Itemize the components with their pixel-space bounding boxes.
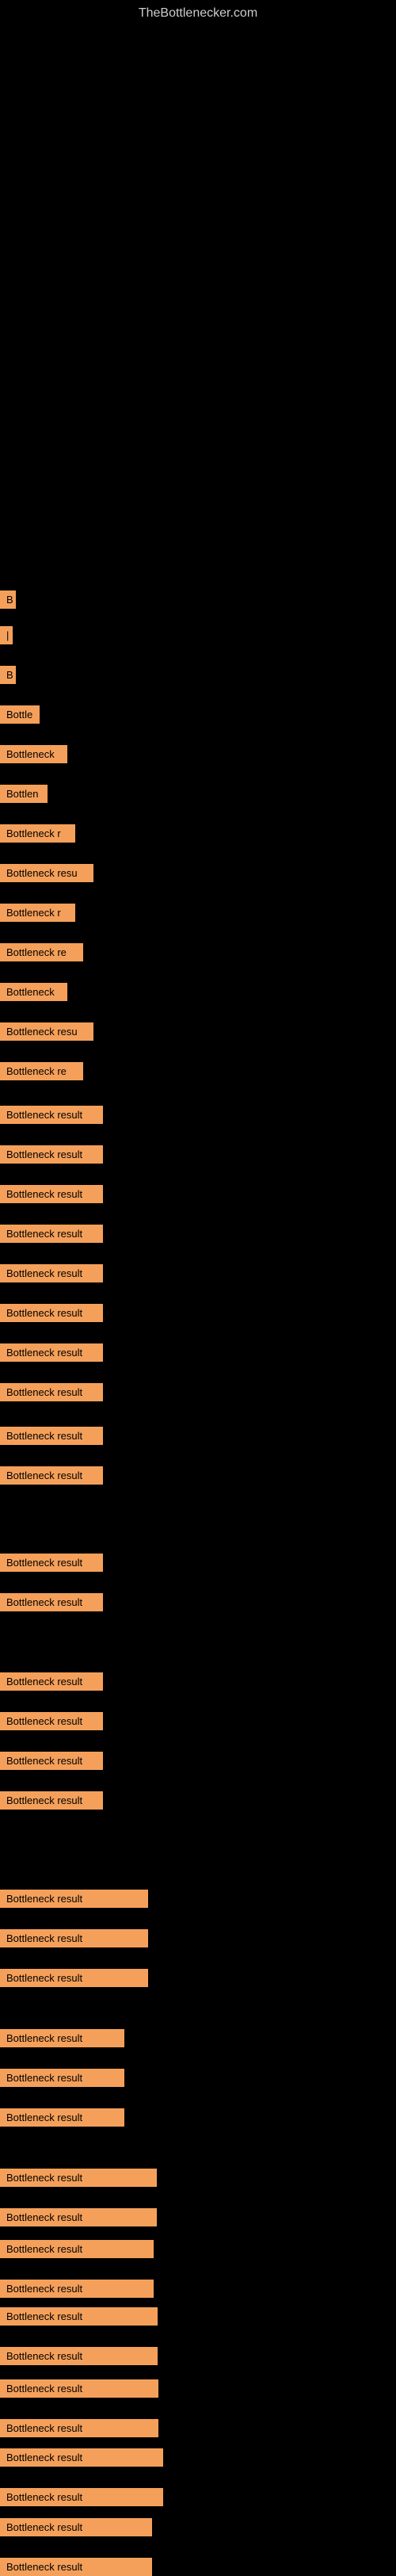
bottleneck-result-item: Bottleneck result xyxy=(0,1752,103,1770)
bottleneck-result-item: Bottleneck result xyxy=(0,1225,103,1243)
bottleneck-result-item: Bottlen xyxy=(0,785,48,803)
bottleneck-result-item: Bottleneck result xyxy=(0,2069,124,2087)
bottleneck-result-item: Bottleneck result xyxy=(0,2029,124,2047)
bottleneck-result-item: Bottleneck result xyxy=(0,1185,103,1203)
bottleneck-result-item: Bottleneck result xyxy=(0,2347,158,2365)
bottleneck-result-item: Bottleneck result xyxy=(0,2307,158,2326)
bottleneck-result-item: Bottleneck xyxy=(0,983,67,1001)
bottleneck-result-item: Bottleneck resu xyxy=(0,864,93,882)
bottleneck-result-item: Bottleneck result xyxy=(0,1264,103,1282)
bottleneck-result-item: Bottleneck result xyxy=(0,1554,103,1572)
bottleneck-result-item: Bottleneck r xyxy=(0,904,75,922)
bottleneck-result-item: Bottleneck result xyxy=(0,1145,103,1164)
bottleneck-result-item: Bottleneck result xyxy=(0,1969,148,1987)
bottleneck-result-item: Bottleneck result xyxy=(0,2558,152,2576)
bottleneck-result-item: B xyxy=(0,590,16,609)
bottleneck-result-item: Bottleneck result xyxy=(0,1890,148,1908)
bottleneck-result-item: Bottleneck result xyxy=(0,1383,103,1401)
bottleneck-result-item: Bottleneck result xyxy=(0,2108,124,2127)
bottleneck-result-item: Bottleneck result xyxy=(0,2169,157,2187)
bottleneck-result-item: Bottleneck result xyxy=(0,1304,103,1322)
bottleneck-result-item: Bottleneck result xyxy=(0,1712,103,1730)
bottleneck-result-item: Bottleneck re xyxy=(0,943,83,961)
bottleneck-result-item: Bottleneck r xyxy=(0,824,75,843)
bottleneck-result-item: Bottleneck result xyxy=(0,1427,103,1445)
bottleneck-result-item: | xyxy=(0,626,13,644)
bottleneck-result-item: Bottleneck result xyxy=(0,2488,163,2506)
bottleneck-result-item: Bottleneck result xyxy=(0,2379,158,2398)
bottleneck-result-item: Bottleneck result xyxy=(0,2448,163,2467)
bottleneck-result-item: Bottleneck result xyxy=(0,1343,103,1362)
bottleneck-result-item: Bottle xyxy=(0,705,40,724)
bottleneck-result-item: Bottleneck result xyxy=(0,2518,152,2536)
bottleneck-result-item: Bottleneck result xyxy=(0,2419,158,2437)
bottleneck-result-item: Bottleneck result xyxy=(0,1672,103,1691)
bottleneck-result-item: Bottleneck result xyxy=(0,1106,103,1124)
bottleneck-result-item: Bottleneck result xyxy=(0,2208,157,2226)
bottleneck-result-item: Bottleneck result xyxy=(0,1466,103,1485)
bottleneck-result-item: B xyxy=(0,666,16,684)
bottleneck-result-item: Bottleneck re xyxy=(0,1062,83,1080)
bottleneck-result-item: Bottleneck resu xyxy=(0,1022,93,1041)
bottleneck-result-item: Bottleneck xyxy=(0,745,67,763)
bottleneck-result-item: Bottleneck result xyxy=(0,2240,154,2258)
bottleneck-result-item: Bottleneck result xyxy=(0,1593,103,1611)
bottleneck-result-item: Bottleneck result xyxy=(0,2280,154,2298)
site-title: TheBottlenecker.com xyxy=(0,0,396,24)
bottleneck-result-item: Bottleneck result xyxy=(0,1791,103,1810)
bottleneck-result-item: Bottleneck result xyxy=(0,1929,148,1947)
